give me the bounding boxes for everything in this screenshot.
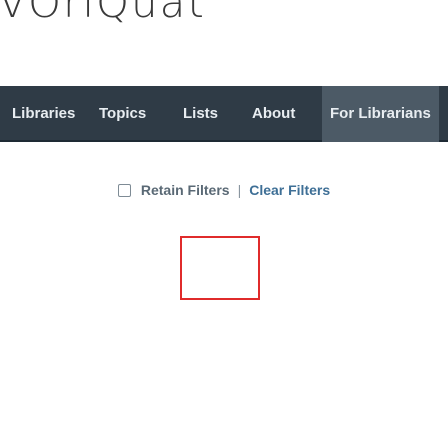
nav-item-topics[interactable]: Topics [99,86,146,142]
main-navbar: Libraries Topics Lists About For Librari… [0,86,448,142]
retain-filters-label[interactable]: Retain Filters [141,182,230,198]
clear-filters-link[interactable]: Clear Filters [249,182,330,198]
nav-item-for-librarians[interactable]: For Librarians [322,86,439,142]
nav-item-lists[interactable]: Lists [183,86,218,142]
focus-highlight-box [180,236,260,300]
nav-item-about[interactable]: About [252,86,295,142]
filter-separator: | [237,182,242,198]
retain-filters-checkbox[interactable] [117,183,131,197]
site-logo-text[interactable]: VOrlQuat [0,0,206,28]
nav-item-libraries[interactable]: Libraries [12,86,75,142]
filter-controls: Retain Filters | Clear Filters [0,178,448,202]
page: VOrlQuat Libraries Topics Lists About Fo… [0,0,448,448]
